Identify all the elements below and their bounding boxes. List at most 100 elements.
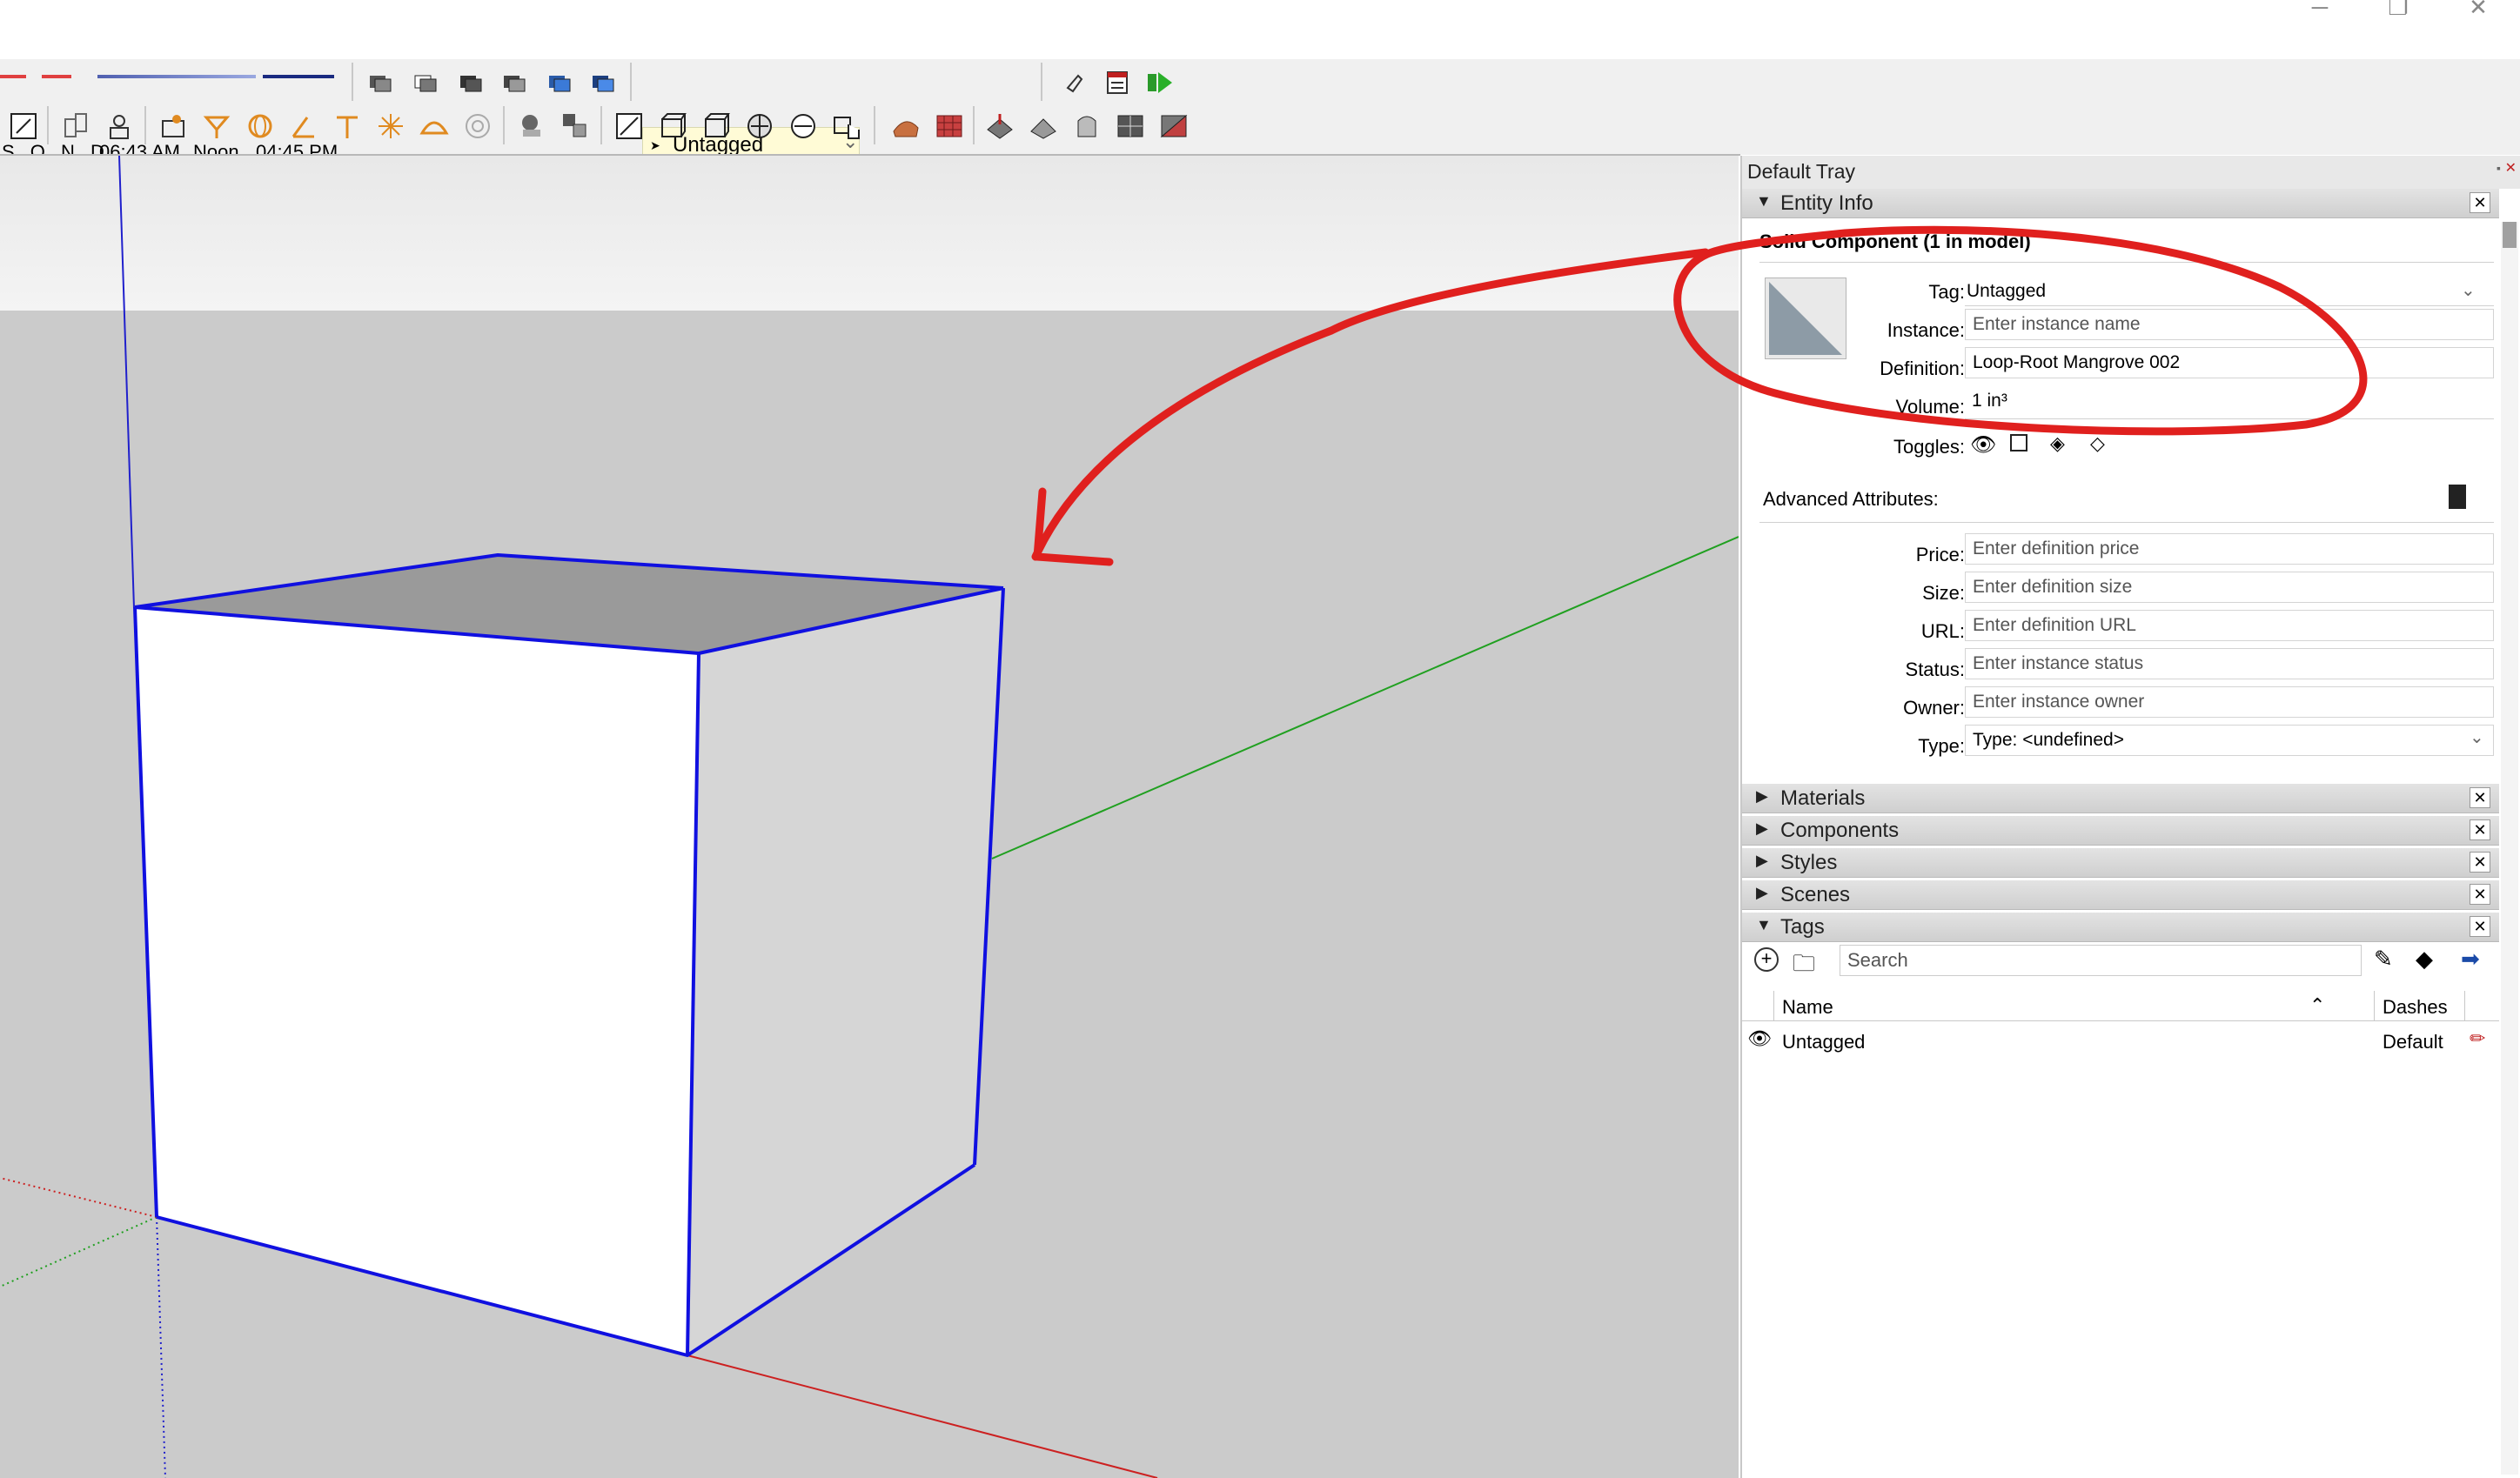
3d-viewport[interactable] [0, 156, 1739, 1478]
pin-icon[interactable]: ▪ [2497, 161, 2501, 175]
panel-tags[interactable]: ▼ Tags ✕ [1742, 913, 2499, 942]
divider [1759, 522, 2494, 523]
add-tag-icon[interactable]: + [1754, 947, 1779, 972]
close-window-button[interactable]: ✕ [2438, 0, 2518, 19]
attributes-toggle-icon[interactable] [2449, 485, 2466, 509]
sandbox-drape-icon[interactable] [1069, 108, 1105, 144]
price-input[interactable]: Enter definition price [1965, 533, 2494, 565]
tray-scrollbar-thumb[interactable] [2503, 222, 2517, 248]
tag-select[interactable]: Untagged [1967, 281, 2046, 302]
scene-tool-icon[interactable] [155, 108, 191, 144]
select-tool-icon[interactable] [5, 108, 42, 144]
close-icon[interactable]: ✕ [2470, 192, 2490, 213]
tag-name[interactable]: Untagged [1782, 1031, 1865, 1053]
component-tool-icon[interactable] [57, 108, 94, 144]
column-divider [2374, 991, 2375, 1020]
tag-dashes[interactable]: Default [2383, 1031, 2443, 1053]
column-header-name[interactable]: Name [1782, 996, 1833, 1019]
axes-tool-icon[interactable] [372, 108, 409, 144]
sandbox-stamp-icon[interactable] [1025, 108, 1062, 144]
layer-tool-icon[interactable] [362, 64, 399, 101]
sphere-tool-icon[interactable] [459, 108, 496, 144]
volume-label: Volume: [1895, 396, 1966, 418]
tag-detail-icon[interactable]: ◆ [2416, 946, 2433, 973]
sandbox-grid-icon[interactable] [931, 108, 968, 144]
panel-styles[interactable]: ▶ Styles ✕ [1742, 848, 2499, 878]
tag-export-icon[interactable]: ➡ [2461, 946, 2480, 973]
owner-input[interactable]: Enter instance owner [1965, 686, 2494, 718]
toolbar-area: S O N D 06:43 AM Noon 04:45 PM ➤ Untagge… [0, 59, 2520, 163]
definition-name-input[interactable]: Loop-Root Mangrove 002 [1965, 347, 2494, 378]
orbit-tool-icon[interactable] [242, 108, 278, 144]
look-around-icon[interactable] [101, 108, 137, 144]
tag-color-pencil-icon[interactable]: ✏ [2470, 1027, 2485, 1050]
chevron-down-icon[interactable]: ⌄ [2470, 726, 2484, 748]
panel-entity-info[interactable]: ▼ Entity Info ✕ [1742, 189, 2499, 218]
sandbox-detail-icon[interactable] [1112, 108, 1149, 144]
layer-tool-icon[interactable] [585, 64, 621, 101]
lock-icon[interactable] [2010, 434, 2027, 451]
view-tool-icon[interactable] [785, 108, 821, 144]
visibility-eye-icon[interactable]: 👁 [1970, 432, 1996, 458]
visibility-eye-icon[interactable]: 👁 [1747, 1027, 1772, 1050]
receive-shadows-icon[interactable]: ◈ [2050, 432, 2065, 455]
layer-tool-icon[interactable] [452, 64, 489, 101]
dome-tool-icon[interactable] [416, 108, 452, 144]
sandbox-smoove-icon[interactable] [982, 108, 1018, 144]
minimize-button[interactable]: ─ [2280, 0, 2360, 19]
section-tool-icon[interactable] [198, 108, 235, 144]
expand-triangle-icon[interactable]: ▶ [1756, 852, 1768, 870]
layer-tool-icon[interactable] [541, 64, 578, 101]
column-header-dashes[interactable]: Dashes [2383, 996, 2448, 1019]
layer-tool-icon[interactable] [407, 64, 444, 101]
shadow-time-slider[interactable] [263, 75, 334, 78]
sort-ascending-icon[interactable]: ⌃ [2309, 994, 2325, 1017]
tag-pencil-icon[interactable]: ✎ [2374, 946, 2393, 973]
play-icon[interactable] [1142, 64, 1178, 101]
panel-components[interactable]: ▶ Components ✕ [1742, 816, 2499, 846]
sandbox-tool-icon[interactable] [888, 108, 924, 144]
expand-triangle-icon[interactable]: ▶ [1756, 819, 1768, 838]
collapse-triangle-icon[interactable]: ▼ [1756, 192, 1772, 211]
panel-label: Tags [1780, 915, 1825, 939]
tray-scrollbar[interactable] [2501, 222, 2518, 1475]
view-tool-icon[interactable] [611, 108, 647, 144]
panel-scenes[interactable]: ▶ Scenes ✕ [1742, 880, 2499, 910]
size-input[interactable]: Enter definition size [1965, 572, 2494, 603]
table-row[interactable]: 👁 Untagged Default ✏ [1742, 1026, 2499, 1057]
collapse-triangle-icon[interactable]: ▼ [1756, 916, 1772, 934]
shadow-time-slider[interactable] [97, 75, 256, 78]
close-icon[interactable]: ✕ [2470, 819, 2490, 840]
url-input[interactable]: Enter definition URL [1965, 610, 2494, 641]
tag-search-input[interactable]: Search [1840, 945, 2362, 976]
hand-cursor-icon[interactable] [828, 108, 865, 144]
close-icon[interactable]: ✕ [2470, 884, 2490, 905]
chevron-down-icon[interactable]: ⌄ [2461, 279, 2476, 301]
protractor-tool-icon[interactable] [285, 108, 322, 144]
solid-tool-icon[interactable] [513, 108, 550, 144]
solid-tool-icon[interactable] [557, 108, 593, 144]
tray-header: Default Tray ▪ ✕ [1742, 156, 2520, 189]
cast-shadows-icon[interactable]: ◇ [2090, 432, 2105, 455]
toolbar-separator [600, 106, 602, 144]
view-tool-icon[interactable] [741, 108, 778, 144]
layer-tool-icon[interactable] [496, 64, 533, 101]
close-icon[interactable]: ✕ [2470, 852, 2490, 873]
close-icon[interactable]: ✕ [2470, 916, 2490, 937]
sandbox-flip-icon[interactable] [1156, 108, 1192, 144]
tag-paint-icon[interactable] [1060, 64, 1096, 101]
status-input[interactable]: Enter instance status [1965, 648, 2494, 679]
expand-triangle-icon[interactable]: ▶ [1756, 884, 1768, 902]
close-icon[interactable]: ✕ [2470, 787, 2490, 808]
panel-materials[interactable]: ▶ Materials ✕ [1742, 784, 2499, 813]
close-icon[interactable]: ✕ [2505, 159, 2517, 177]
text-tool-icon[interactable] [329, 108, 365, 144]
add-tag-folder-icon[interactable]: 🗀 [1793, 947, 1815, 986]
view-tool-icon[interactable] [654, 108, 691, 144]
expand-triangle-icon[interactable]: ▶ [1756, 787, 1768, 806]
view-tool-icon[interactable] [698, 108, 734, 144]
instance-name-input[interactable]: Enter instance name [1965, 309, 2494, 340]
restore-button[interactable]: ❐ [2358, 0, 2438, 19]
type-select[interactable]: Type: <undefined> [1965, 725, 2494, 756]
tag-list-icon[interactable] [1100, 64, 1136, 101]
